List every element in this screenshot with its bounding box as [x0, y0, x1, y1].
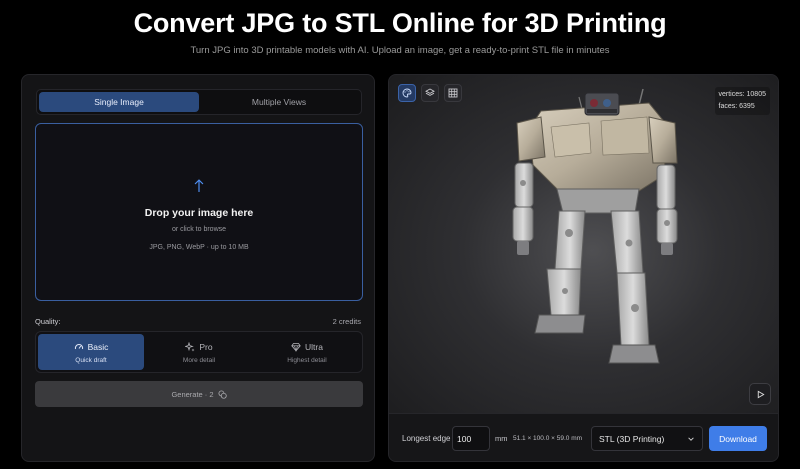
quality-label: Quality: — [35, 317, 61, 326]
sparkles-icon — [185, 342, 195, 352]
vertices-count: vertices: 10805 — [718, 91, 766, 98]
upload-arrow-icon — [194, 179, 204, 192]
play-button[interactable] — [749, 383, 771, 405]
generate-label: Generate · 2 — [171, 389, 214, 399]
chevron-down-icon — [688, 436, 694, 441]
export-format-select[interactable]: STL (3D Printing) — [591, 426, 703, 451]
mode-tabs: Single Image Multiple Views — [36, 89, 362, 115]
dropzone-title: Drop your image here — [144, 207, 254, 219]
quality-selector: Basic Quick draft Pro More detail Ultra … — [35, 331, 363, 373]
layers-icon[interactable] — [421, 84, 439, 102]
mesh-stats: vertices: 10805 faces: 6395 — [714, 87, 770, 115]
longest-edge-input[interactable] — [452, 426, 490, 451]
grid-icon[interactable] — [444, 84, 462, 102]
gauge-icon — [74, 344, 83, 350]
quality-option-basic[interactable]: Basic Quick draft — [38, 334, 144, 370]
quality-option-desc: Quick draft — [75, 357, 107, 364]
palette-icon[interactable] — [398, 84, 416, 102]
coins-icon — [218, 389, 227, 399]
page-title: Convert JPG to STL Online for 3D Printin… — [133, 8, 667, 38]
gem-icon — [291, 343, 301, 352]
view-mode-toolbar — [398, 84, 462, 102]
page-subtitle: Turn JPG into 3D printable models with A… — [190, 45, 610, 56]
longest-edge-label: Longest edge — [402, 434, 451, 443]
dimensions-readout: 51.1 × 100.0 × 59.0 mm — [513, 435, 583, 442]
quality-option-name: Basic — [87, 342, 109, 352]
quality-option-name: Ultra — [305, 342, 323, 352]
selected-format: STL (3D Printing) — [599, 433, 665, 444]
dropzone-formats: JPG, PNG, WebP · up to 10 MB — [149, 244, 249, 251]
unit-label: mm — [495, 434, 508, 443]
generate-button[interactable]: Generate · 2 — [35, 381, 363, 407]
upload-panel: Single Image Multiple Views Drop your im… — [21, 74, 375, 462]
quality-option-desc: Highest detail — [287, 357, 327, 364]
model-preview-image — [512, 88, 678, 364]
export-toolbar: Longest edge mm 51.1 × 100.0 × 59.0 mm S… — [389, 413, 778, 461]
quality-option-name: Pro — [199, 342, 213, 352]
play-icon — [757, 390, 765, 398]
model-viewport[interactable]: vertices: 10805 faces: 6395 — [389, 75, 778, 413]
tab-single-image[interactable]: Single Image — [39, 92, 199, 112]
credits-label: 2 credits — [332, 317, 361, 326]
image-dropzone[interactable]: Drop your image here or click to browse … — [35, 123, 363, 301]
preview-panel: vertices: 10805 faces: 6395 Longest edge… — [388, 74, 779, 462]
tab-multiple-views[interactable]: Multiple Views — [199, 92, 359, 112]
dropzone-browse-hint: or click to browse — [171, 226, 227, 233]
faces-count: faces: 6395 — [718, 103, 755, 110]
quality-option-desc: More detail — [182, 357, 216, 364]
quality-option-ultra[interactable]: Ultra Highest detail — [254, 334, 360, 370]
quality-option-pro[interactable]: Pro More detail — [146, 334, 252, 370]
download-button[interactable]: Download — [709, 426, 767, 451]
